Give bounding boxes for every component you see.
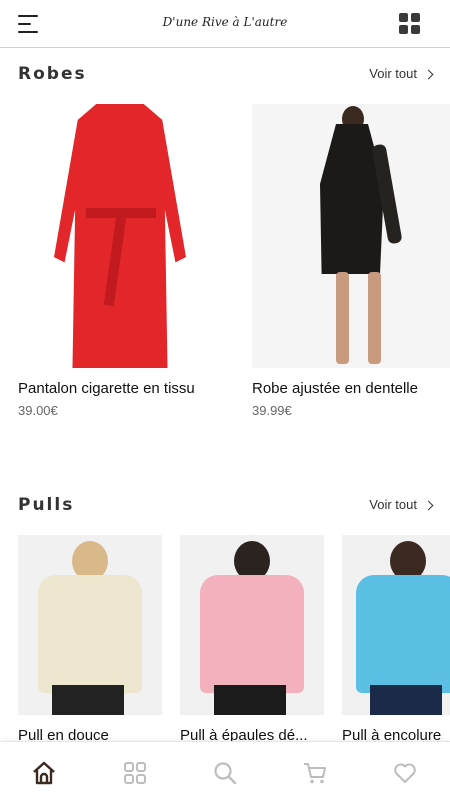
search-icon[interactable] [212, 760, 238, 786]
chevron-right-icon [423, 500, 434, 510]
section-header-pulls: Pulls Voir tout [0, 495, 450, 525]
product-card[interactable]: Robe ajustée en dentelle 39.99€ [252, 104, 450, 418]
product-card[interactable]: Pull à encolure [342, 535, 450, 744]
product-image[interactable] [18, 104, 236, 368]
section-title: Pulls [18, 495, 75, 515]
favorites-icon[interactable] [392, 760, 418, 786]
product-name: Pantalon cigarette en tissu [18, 380, 195, 397]
product-price: 39.99€ [252, 403, 292, 418]
product-card[interactable]: Pull en douce [18, 535, 162, 744]
grid-view-icon[interactable] [399, 13, 421, 35]
product-image[interactable] [18, 535, 162, 715]
section-title: Robes [18, 64, 87, 84]
product-card[interactable]: Pantalon cigarette en tissu 39.00€ [18, 104, 236, 418]
product-name: Robe ajustée en dentelle [252, 380, 418, 397]
see-all-link[interactable]: Voir tout [369, 497, 434, 512]
top-bar: D'une Rive à L'autre [0, 0, 450, 48]
see-all-label: Voir tout [369, 497, 417, 512]
cart-icon[interactable] [302, 760, 328, 786]
product-image[interactable] [252, 104, 450, 368]
product-image[interactable] [342, 535, 450, 715]
product-price: 39.00€ [18, 403, 58, 418]
see-all-label: Voir tout [369, 66, 417, 81]
chevron-right-icon [423, 69, 434, 79]
product-card[interactable]: Pull à épaules dé... [180, 535, 324, 744]
categories-icon[interactable] [122, 760, 148, 786]
bottom-nav [0, 741, 450, 800]
home-icon[interactable] [31, 760, 57, 786]
see-all-link[interactable]: Voir tout [369, 66, 434, 81]
section-header-robes: Robes Voir tout [0, 64, 450, 94]
product-image[interactable] [180, 535, 324, 715]
brand-title: D'une Rive à L'autre [162, 15, 288, 29]
